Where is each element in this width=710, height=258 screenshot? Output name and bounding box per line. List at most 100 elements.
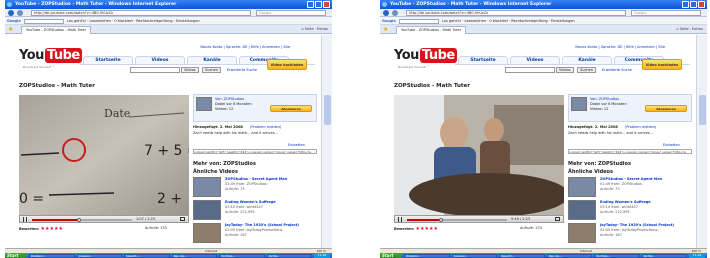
related-thumbnail[interactable] xyxy=(193,223,221,243)
taskbar-item[interactable]: Jinepper... xyxy=(451,253,497,258)
scrollbar-thumb[interactable] xyxy=(324,95,331,125)
taskbar-item[interactable]: Posteing... xyxy=(29,253,75,258)
scrollbar-thumb[interactable] xyxy=(699,95,706,125)
search-scope-select[interactable]: Videos xyxy=(181,67,199,73)
related-header[interactable]: Ähnliche Videos xyxy=(568,169,613,175)
back-arrow-icon[interactable] xyxy=(383,10,389,16)
related-video[interactable]: JayToday- The 1920's (School Project) 02… xyxy=(568,223,692,245)
star-favorites-icon[interactable]: ★ xyxy=(383,26,388,33)
upload-button[interactable]: Video hochladen xyxy=(642,59,682,70)
tab-videos[interactable]: Videos xyxy=(135,56,185,64)
advanced-search-link[interactable]: Erweiterte Suche xyxy=(602,68,632,72)
related-thumbnail[interactable] xyxy=(193,200,221,220)
taskbar-item[interactable]: Posteing... xyxy=(404,253,450,258)
report-link[interactable]: (Problem melden) xyxy=(250,125,281,129)
url-input[interactable]: http://de.youtube.com/watch?v=4B0-0hUzCk xyxy=(406,10,626,16)
tab-videos[interactable]: Videos xyxy=(510,56,560,64)
google-popup-blocker[interactable]: 0 blockiert xyxy=(489,19,508,23)
related-video[interactable]: ZOPStudios - Secret Agent Man 01:49 from… xyxy=(568,177,692,199)
related-title[interactable]: ZOPStudios - Secret Agent Man xyxy=(225,177,287,181)
youtube-logo[interactable]: You Tube xyxy=(19,48,82,63)
google-go-button[interactable]: Los geht's! xyxy=(67,19,86,23)
related-video[interactable]: JayToday- The 1920's (School Project) 02… xyxy=(193,223,317,245)
channel-avatar[interactable] xyxy=(571,97,587,111)
subscribe-button[interactable]: Abonnieren xyxy=(645,105,687,112)
search-button[interactable]: Suchen xyxy=(577,67,596,73)
rating-stars[interactable]: ★★★★★ xyxy=(41,226,63,232)
maximize-button[interactable] xyxy=(315,1,322,8)
rating-stars[interactable]: ★★★★★ xyxy=(416,226,438,232)
tab-youtube[interactable]: YouTube - ZOPStudios - Math Tuter xyxy=(21,26,92,34)
related-thumbnail[interactable] xyxy=(193,177,221,197)
forward-arrow-icon[interactable] xyxy=(392,10,398,16)
uploader-link[interactable]: Von: ZOPStudios xyxy=(215,97,244,101)
embed-code-input[interactable]: <object width="425" height="344"><param … xyxy=(193,149,317,154)
url-input[interactable]: http://de.youtube.com/watch?v=4B0-0hUzCk xyxy=(31,10,251,16)
related-video[interactable]: Ending Women's Suffrage 03:10 from: wint… xyxy=(193,200,317,222)
related-video[interactable]: ZOPStudios - Secret Agent Man 01:49 from… xyxy=(193,177,317,199)
search-scope-select[interactable]: Videos xyxy=(556,67,574,73)
start-button[interactable]: Start xyxy=(5,253,27,258)
account-links[interactable]: Neues Konto | Sprache: DE | Hilfe | Anme… xyxy=(575,45,665,49)
embed-code-input[interactable]: <object width="425" height="344"><param … xyxy=(568,149,692,154)
youtube-search-input[interactable] xyxy=(130,67,180,73)
google-settings[interactable]: Einstellungen xyxy=(176,19,200,23)
video-player[interactable] xyxy=(394,95,564,215)
advanced-search-link[interactable]: Erweiterte Suche xyxy=(227,68,257,72)
upload-button[interactable]: Video hochladen xyxy=(267,59,307,70)
minimize-button[interactable] xyxy=(682,1,689,8)
related-title[interactable]: ZOPStudios - Secret Agent Man xyxy=(600,177,662,181)
fullscreen-icon[interactable] xyxy=(555,217,560,221)
search-input[interactable]: Google xyxy=(631,10,701,16)
seek-bar[interactable] xyxy=(407,218,507,222)
page-menu[interactable]: Seite xyxy=(305,27,314,31)
start-button[interactable]: Start xyxy=(380,253,402,258)
tab-channels[interactable]: Kanäle xyxy=(187,56,237,64)
star-favorites-icon[interactable]: ★ xyxy=(8,26,13,33)
tab-home[interactable]: Startseite xyxy=(458,56,508,64)
back-arrow-icon[interactable] xyxy=(8,10,14,16)
close-button[interactable] xyxy=(698,1,705,8)
related-thumbnail[interactable] xyxy=(568,200,596,220)
more-from-header[interactable]: Mehr von: ZOPStudios xyxy=(568,161,631,167)
tools-menu[interactable]: Extras xyxy=(317,27,328,31)
related-title[interactable]: Ending Women's Suffrage xyxy=(225,200,276,204)
tab-channels[interactable]: Kanäle xyxy=(562,56,612,64)
taskbar-item[interactable]: SpeedC... xyxy=(124,253,170,258)
google-spellcheck[interactable]: Rechtschreibprüfung xyxy=(511,19,547,23)
home-icon[interactable]: ⌂ xyxy=(676,27,678,31)
youtube-logo[interactable]: You Tube xyxy=(394,48,457,63)
page-scrollbar[interactable] xyxy=(696,35,707,248)
taskbar-item[interactable]: Jinepper... xyxy=(76,253,122,258)
tab-home[interactable]: Startseite xyxy=(83,56,133,64)
taskbar-item[interactable]: Neu.ipp... xyxy=(546,253,592,258)
google-spellcheck[interactable]: Rechtschreibprüfung xyxy=(136,19,172,23)
taskbar-item[interactable]: SpeedC... xyxy=(499,253,545,258)
more-from-header[interactable]: Mehr von: ZOPStudios xyxy=(193,161,256,167)
related-header[interactable]: Ähnliche Videos xyxy=(193,169,238,175)
google-go-button[interactable]: Los geht's! xyxy=(442,19,461,23)
pause-icon[interactable] xyxy=(398,217,402,222)
forward-arrow-icon[interactable] xyxy=(17,10,23,16)
taskbar-item[interactable]: YouTube... xyxy=(594,253,640,258)
related-video[interactable]: Ending Women's Suffrage 03:10 from: wint… xyxy=(568,200,692,222)
report-link[interactable]: (Problem melden) xyxy=(625,125,656,129)
related-title[interactable]: JayToday- The 1920's (School Project) xyxy=(225,223,299,227)
seek-handle[interactable] xyxy=(439,218,443,222)
search-button[interactable]: Suchen xyxy=(202,67,221,73)
page-menu[interactable]: Seite xyxy=(680,27,689,31)
youtube-search-input[interactable] xyxy=(505,67,555,73)
seek-bar[interactable] xyxy=(32,218,132,222)
home-icon[interactable]: ⌂ xyxy=(301,27,303,31)
taskbar-item[interactable]: Nichts... xyxy=(266,253,312,258)
minimize-button[interactable] xyxy=(307,1,314,8)
close-button[interactable] xyxy=(323,1,330,8)
tools-menu[interactable]: Extras xyxy=(692,27,703,31)
related-thumbnail[interactable] xyxy=(568,177,596,197)
page-scrollbar[interactable] xyxy=(321,35,332,248)
related-title[interactable]: Ending Women's Suffrage xyxy=(600,200,651,204)
taskbar-item[interactable]: YouTube... xyxy=(219,253,265,258)
taskbar-item[interactable]: Nichts... xyxy=(641,253,687,258)
search-input[interactable]: Google xyxy=(256,10,326,16)
google-bookmarks[interactable]: Lesezeichen xyxy=(89,19,111,23)
